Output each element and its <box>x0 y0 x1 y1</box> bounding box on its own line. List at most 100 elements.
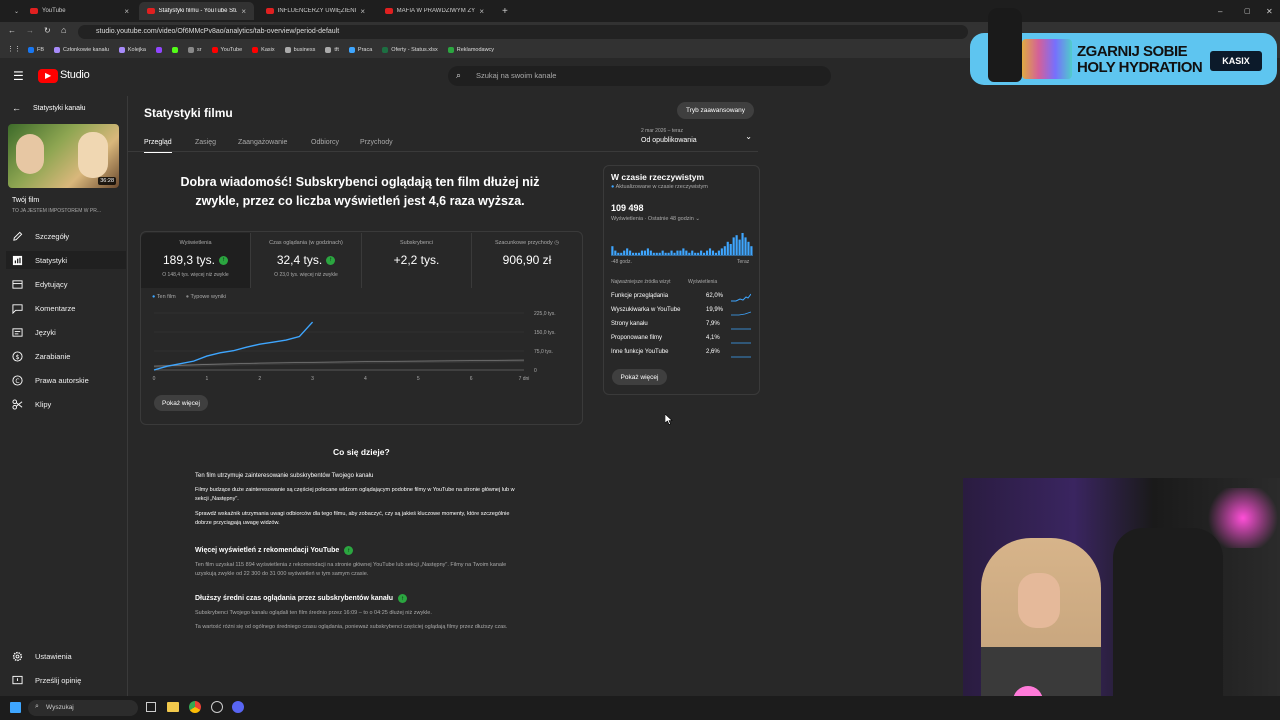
bookmark-tft[interactable]: tft <box>325 47 339 53</box>
reload-icon[interactable]: ↻ <box>44 26 51 35</box>
forward-icon[interactable]: → <box>26 26 34 35</box>
tab-reach[interactable]: Zasięg <box>195 139 216 146</box>
new-tab-button[interactable]: + <box>494 2 516 20</box>
realtime-show-more-button[interactable]: Pokaż więcej <box>612 369 667 385</box>
scissors-icon <box>12 398 23 410</box>
youtube-icon <box>211 47 218 53</box>
realtime-hour-bar <box>723 246 726 255</box>
file-explorer-icon[interactable] <box>167 702 179 712</box>
close-tab-icon[interactable]: × <box>241 7 246 16</box>
metric-subscribers[interactable]: Subskrybenci +2,2 tys. <box>362 233 472 288</box>
excel-icon <box>382 47 389 53</box>
sidebar-item-editor[interactable]: Edytujący <box>12 275 120 293</box>
metric-watch-time[interactable]: Czas oglądania (w godzinach) 32,4 tys. ↑ … <box>251 233 362 288</box>
realtime-period-selector[interactable]: Wyświetlenia · Ostatnie 48 godzin ⌄ <box>611 216 700 222</box>
realtime-hour-bar <box>640 250 644 255</box>
realtime-hour-bar <box>691 250 694 255</box>
video-title: TO JA JESTEM IMPOSTOREM W PR... <box>12 208 101 214</box>
chrome-icon[interactable] <box>189 701 201 713</box>
bookmark-praca[interactable]: Praca <box>348 47 372 53</box>
apps-icon[interactable]: ⋮⋮ <box>7 45 21 53</box>
insight-watch-time-note: Ta wartość różni się od ogólnego średnie… <box>195 624 508 630</box>
traffic-source-row[interactable]: Wyszukiwarka w YouTube 19,9% <box>611 307 751 317</box>
sidebar-item-copyright[interactable]: C Prawa autorskie <box>12 371 120 389</box>
game-icon <box>325 47 332 53</box>
insight-retention-text: Filmy budzące duże zainteresowanie są cz… <box>195 487 515 502</box>
bookmark-oferty[interactable]: Oferty - Status.xlsx <box>382 47 438 53</box>
bookmark-sr[interactable]: sr <box>187 47 202 53</box>
channel-search-input[interactable]: Szukaj na swoim kanale <box>448 66 831 86</box>
youtube-logo-icon[interactable]: ▶ <box>38 69 58 83</box>
traffic-source-row[interactable]: Proponowane filmy 4,1% <box>611 335 751 345</box>
bookmark-kolejka[interactable]: Kolejka <box>118 47 146 53</box>
tab-engagement[interactable]: Zaangażowanie <box>238 139 287 146</box>
menu-icon[interactable]: ☰ <box>13 69 24 83</box>
realtime-hour-bar <box>741 233 744 255</box>
bookmark-youtube[interactable]: YouTube <box>211 47 242 53</box>
traffic-source-row[interactable]: Strony kanału 7,9% <box>611 321 751 331</box>
url-field[interactable]: studio.youtube.com/video/Of6MMcPv8ao/ana… <box>78 25 968 39</box>
realtime-hour-bar <box>623 250 626 255</box>
bookmark-kasix[interactable]: Kasix <box>252 47 275 53</box>
home-icon[interactable]: ⌂ <box>61 25 66 35</box>
traffic-source-sparkline <box>731 342 751 344</box>
sidebar-item-comments[interactable]: Komentarze <box>12 299 120 317</box>
traffic-source-row[interactable]: Inne funkcje YouTube 2,6% <box>611 349 751 359</box>
traffic-source-row[interactable]: Funkcje przeglądania 62,0% <box>611 293 751 303</box>
bookmark-business[interactable]: business <box>284 47 315 53</box>
traffic-source-name: Strony kanału <box>611 321 648 327</box>
feedback-icon <box>12 675 23 684</box>
sidebar-item-feedback[interactable]: Prześlij opinię <box>12 671 120 689</box>
metric-revenue[interactable]: Szacunkowe przychody ◷ 906,90 zł <box>472 233 582 288</box>
tab-audience[interactable]: Odbiorcy <box>311 139 339 146</box>
sidebar-item-languages[interactable]: Języki <box>12 323 120 341</box>
tab-revenue[interactable]: Przychody <box>360 139 393 146</box>
traffic-source-name: Funkcje przeglądania <box>611 293 669 299</box>
ad-brand-badge: KASIX <box>1210 51 1262 71</box>
bookmark-fb[interactable]: FB <box>28 47 44 53</box>
sidebar-item-clips[interactable]: Klipy <box>12 395 120 413</box>
browser-tab-influencerzy[interactable]: INFLUENCERZY UWIĘZIENI W D× <box>258 2 373 20</box>
bookmark-czlonkowie[interactable]: Członkowie kanału <box>54 47 109 53</box>
realtime-hour-bar <box>688 252 691 255</box>
maximize-icon[interactable]: ▢ <box>1236 2 1259 20</box>
bookmark-twitch[interactable] <box>155 47 162 53</box>
sidebar-item-analytics[interactable]: Statystyki <box>6 251 126 269</box>
studio-logo-text[interactable]: Studio <box>60 69 90 81</box>
close-tab-icon[interactable]: × <box>479 7 484 16</box>
task-view-icon[interactable] <box>146 702 156 712</box>
back-to-channel-analytics[interactable]: ← Statystyki kanału <box>12 103 86 113</box>
up-arrow-icon: ↑ <box>398 594 408 603</box>
browser-tab-mafia[interactable]: MAFIA W PRAWDZIWYM ŻYCIU× <box>377 2 492 20</box>
realtime-hour-bar <box>664 252 667 255</box>
browser-tab-youtube[interactable]: YouTube × <box>22 2 137 20</box>
realtime-hour-bar <box>661 250 664 255</box>
bookmark-reklamodawcy[interactable]: Reklamodawcy <box>447 47 494 53</box>
close-window-icon[interactable]: ✕ <box>1258 2 1280 20</box>
app-icon[interactable] <box>211 701 223 713</box>
sidebar-item-settings[interactable]: Ustawienia <box>12 647 120 665</box>
realtime-hour-bar <box>658 252 661 255</box>
sidebar-item-details[interactable]: Szczegóły <box>12 227 120 245</box>
close-tab-icon[interactable]: × <box>360 7 365 16</box>
sources-views-header: Wyświetlenia <box>688 279 718 285</box>
traffic-source-percent: 19,9% <box>706 307 724 313</box>
discord-icon[interactable] <box>232 701 244 713</box>
traffic-source-percent: 7,9% <box>706 321 720 327</box>
search-icon[interactable]: ⌕ <box>456 70 461 81</box>
download-icon <box>187 47 194 53</box>
close-tab-icon[interactable]: × <box>124 7 129 16</box>
advanced-mode-button[interactable]: Tryb zaawansowany <box>677 102 754 119</box>
sidebar-item-monetization[interactable]: $ Zarabianie <box>12 347 120 365</box>
windows-start-icon[interactable] <box>10 702 21 713</box>
overview-show-more-button[interactable]: Pokaż więcej <box>154 395 208 411</box>
metric-views[interactable]: Wyświetlenia 189,3 tys. ↑ O 148,4 tys. wi… <box>141 233 251 288</box>
bookmark-kick[interactable] <box>171 47 178 53</box>
video-thumbnail[interactable]: 36:28 <box>8 124 119 188</box>
tab-list-button[interactable]: ⌄ <box>6 2 22 20</box>
date-range-picker[interactable]: 2 mar 2026 – teraz Od opublikowania ⌄ <box>641 128 758 150</box>
minimize-icon[interactable]: – <box>1210 2 1230 20</box>
back-icon[interactable]: ← <box>8 26 16 35</box>
taskbar-search-input[interactable]: Wyszukaj <box>28 700 138 716</box>
browser-tab-studio[interactable]: Statystyki filmu - YouTube Studio× <box>139 2 254 20</box>
